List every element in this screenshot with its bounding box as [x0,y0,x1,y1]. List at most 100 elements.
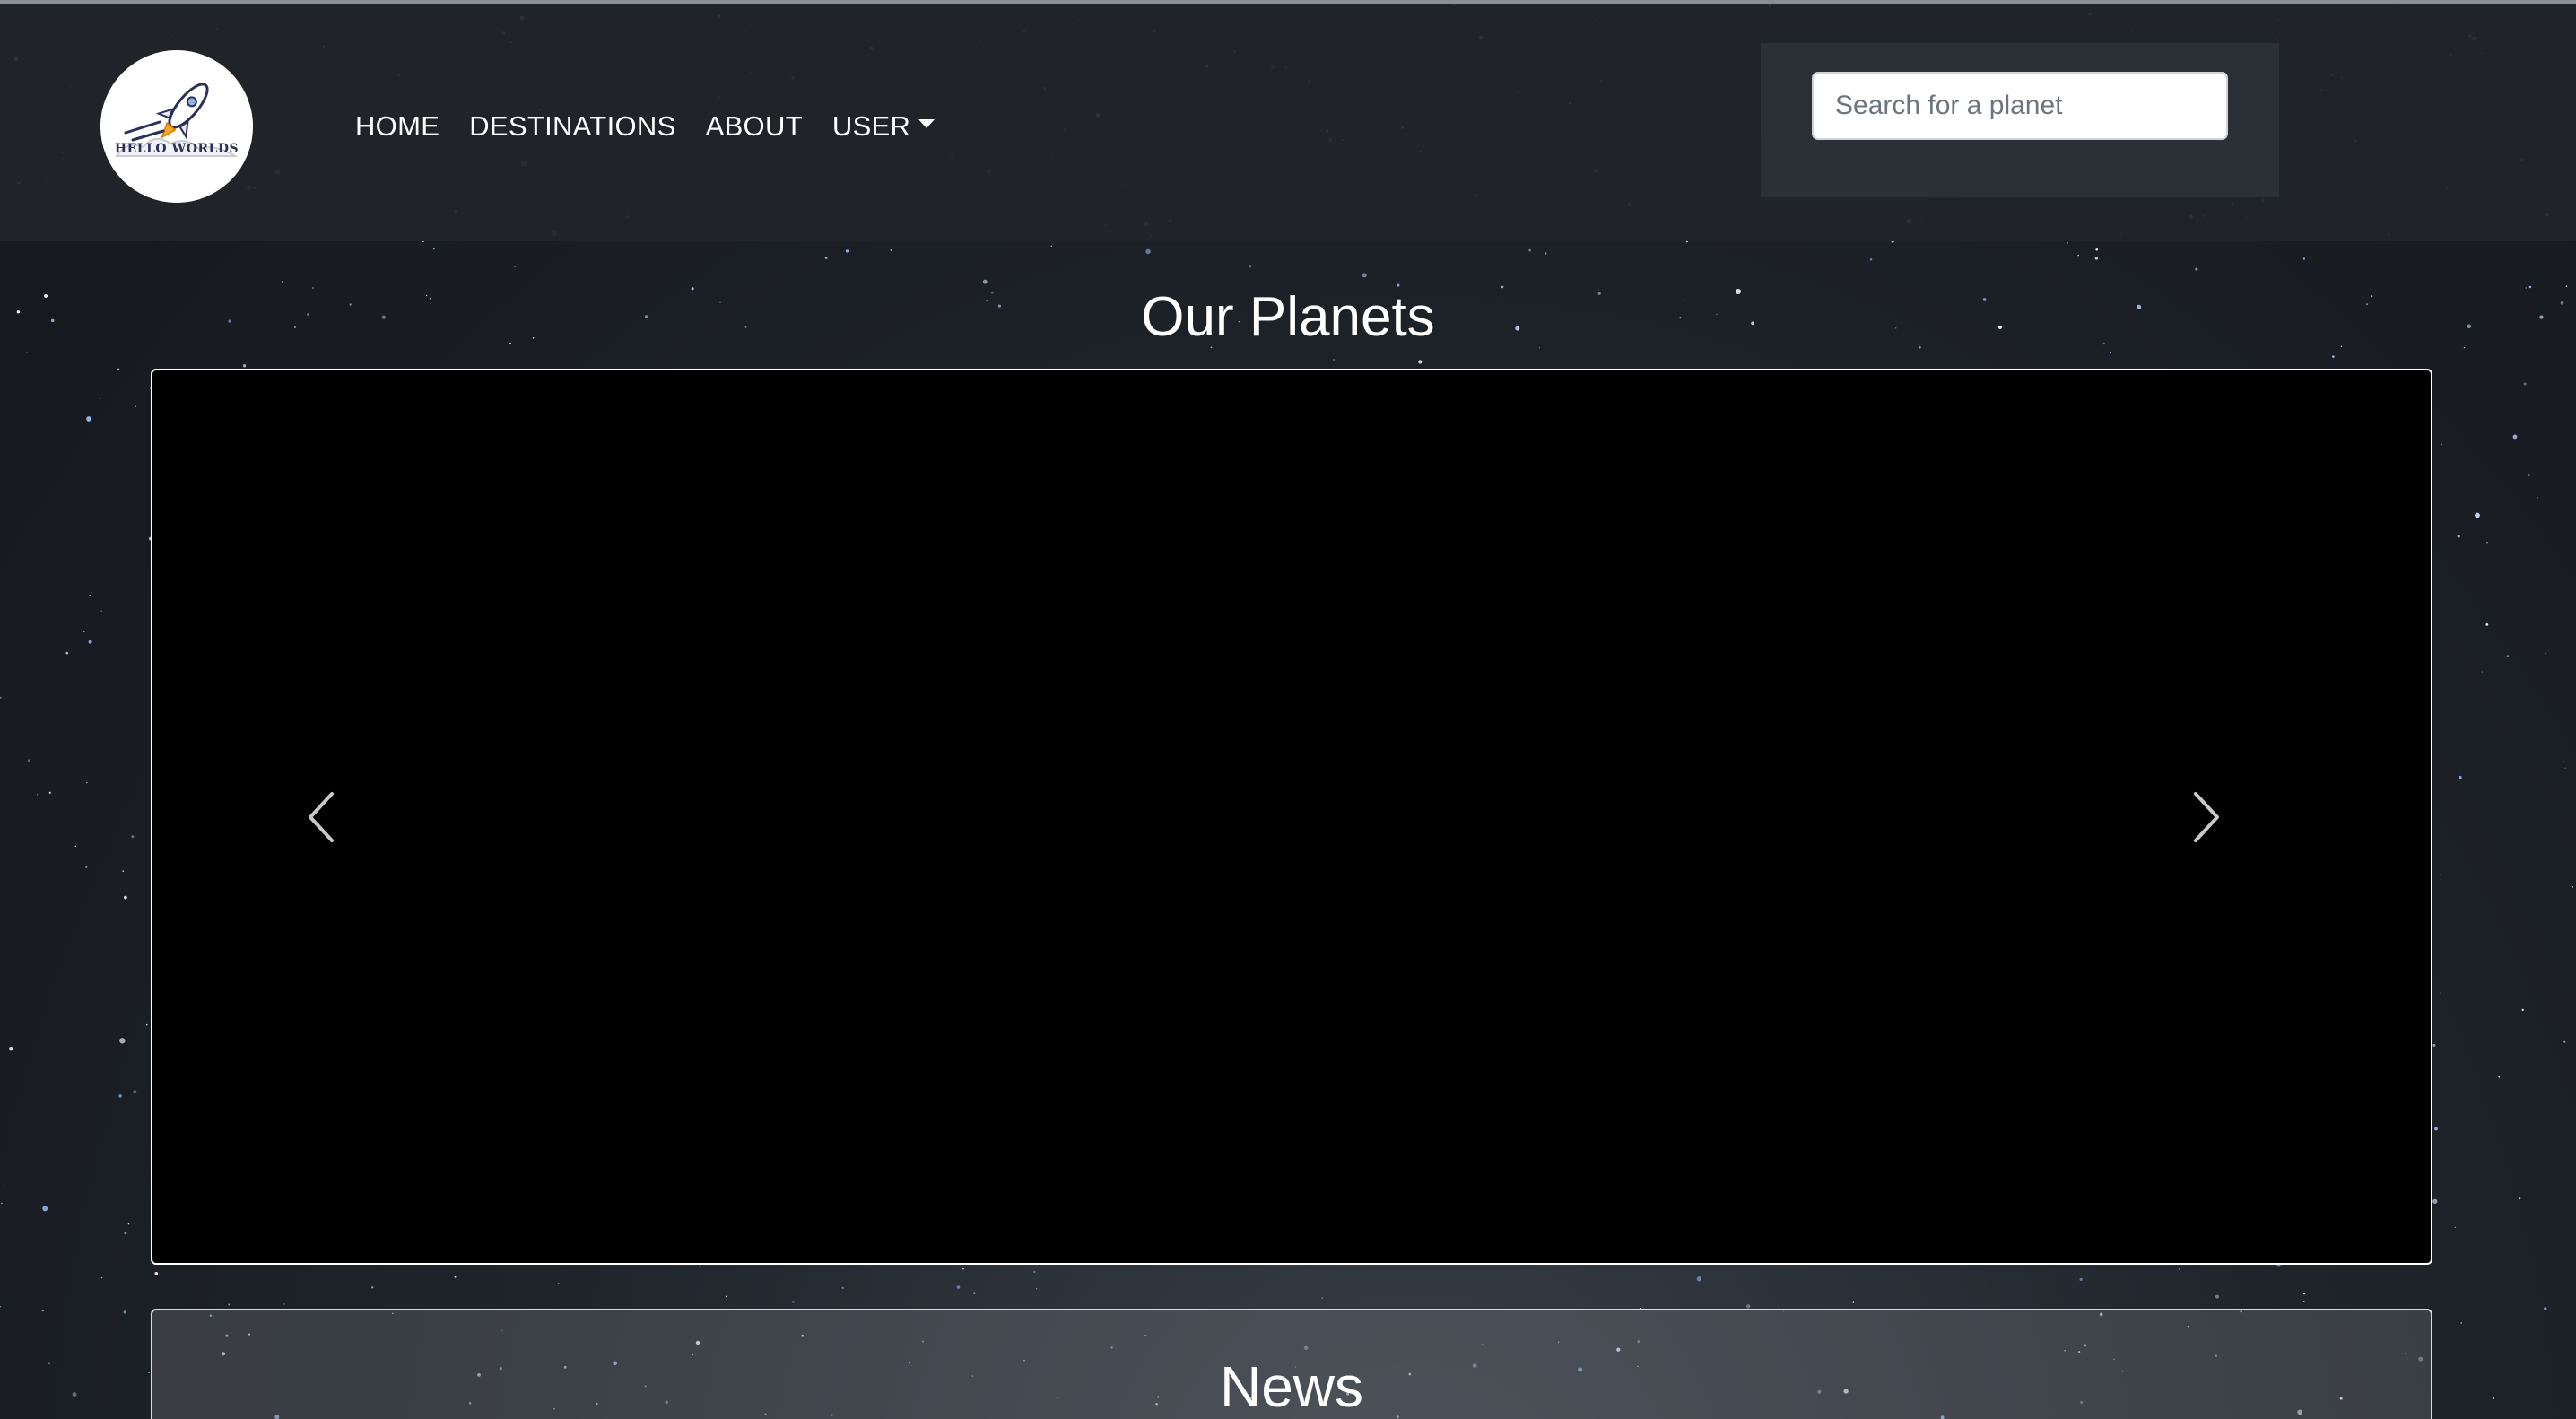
star [973,1292,976,1294]
star [242,364,247,368]
star [1321,1297,1323,1299]
star [2432,1043,2436,1047]
star [37,794,39,796]
star [1362,273,1367,278]
star [1050,245,1053,247]
star [514,266,516,267]
star [133,1090,137,1094]
nav-destinations-link[interactable]: DESTINATIONS [469,110,675,143]
star [2498,1075,2501,1078]
star [2475,512,2480,518]
site-logo[interactable]: HELLO WORLDS [100,50,253,203]
star [48,791,51,794]
star [122,870,125,872]
star [2094,257,2098,260]
star [26,352,28,353]
page: HELLO WORLDS HOME DESTINATIONS ABOUT USE… [0,0,2576,1419]
star [432,248,435,250]
planet-search-input[interactable] [1812,72,2228,140]
star [2544,1307,2547,1310]
star [42,1206,48,1212]
star [9,1046,13,1051]
star [2486,541,2488,544]
rocket-logo-icon [100,50,253,203]
main-nav: HOME DESTINATIONS ABOUT USER [355,104,964,149]
star [118,1094,122,1098]
star [2521,1008,2524,1012]
carousel-next-button[interactable] [2151,763,2258,871]
star [890,248,892,252]
star [2545,652,2547,655]
star [2572,886,2573,888]
star [2523,382,2527,386]
star [154,1272,159,1275]
star [89,594,91,597]
star [281,281,283,283]
star [27,759,30,762]
star [100,1276,103,1279]
star [1035,1288,1038,1290]
news-section-title: News [1219,1354,1364,1419]
star [2067,242,2069,244]
nav-home-link[interactable]: HOME [355,110,439,143]
star [48,1362,50,1365]
star [74,845,77,848]
star [83,631,85,632]
star [2434,1127,2438,1131]
logo-text: HELLO WORLDS [114,142,239,156]
star [699,1266,701,1267]
star [845,249,849,253]
star [2095,248,2098,251]
star [1333,358,1336,361]
star [1418,360,1423,364]
star [2459,775,2462,779]
carousel-prev-button[interactable] [269,763,377,871]
star [2332,355,2335,358]
star [2506,655,2510,657]
star [2215,1294,2219,1299]
star [2077,254,2080,257]
star [956,1285,961,1289]
star [2563,761,2564,762]
star [2454,1226,2456,1229]
star [824,257,828,259]
caret-down-icon [918,119,936,128]
news-section: News [151,1309,2432,1419]
star [982,279,988,284]
star [2563,1040,2566,1043]
star [86,781,88,784]
star [283,1303,285,1305]
star [454,1275,457,1278]
star [100,610,102,612]
star [2178,1268,2180,1270]
star [557,1283,560,1284]
star [85,866,88,868]
star [2303,1293,2306,1295]
star [86,416,91,422]
star [2195,267,2198,271]
star [0,696,2,699]
nav-user-dropdown[interactable]: USER [831,110,936,143]
star [0,1305,1,1308]
star [2519,1197,2521,1200]
planets-carousel [151,369,2432,1265]
star [2110,352,2111,353]
star [148,1371,150,1374]
star [2460,1322,2463,1324]
star [1528,248,1531,252]
star [2564,767,2566,770]
star [2440,992,2441,994]
star [127,1223,130,1225]
star [124,895,127,900]
star [1,1202,3,1205]
star [2303,1301,2305,1302]
star [1745,1304,1751,1309]
star [725,1295,727,1298]
star [228,1303,231,1306]
star [65,651,69,655]
nav-user-label: USER [831,110,911,142]
star [2079,1277,2083,1282]
nav-about-link[interactable]: ABOUT [706,110,803,143]
star [145,1023,148,1026]
planets-section-title: Our Planets [1141,286,1435,348]
